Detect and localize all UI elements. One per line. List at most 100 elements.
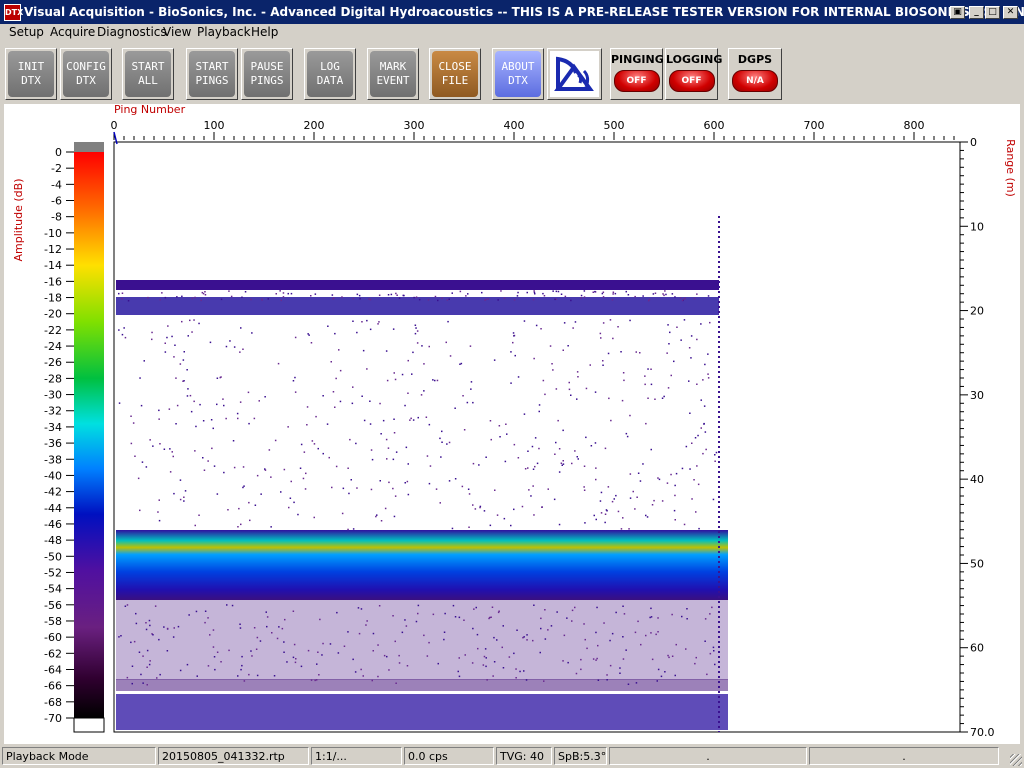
echo-speck [602, 296, 605, 298]
echo-speck [417, 604, 420, 607]
echo-speck [501, 646, 503, 649]
amp-tick-label: -44 [44, 502, 62, 515]
echo-speck [595, 631, 597, 634]
echo-speck [491, 606, 494, 608]
echo-speck [547, 488, 549, 490]
echo-speck [441, 430, 443, 433]
menu-playback[interactable]: Playback [197, 25, 251, 39]
echo-speck [685, 648, 687, 650]
restore-small-icon[interactable]: ▣ [950, 6, 965, 19]
echo-speck [496, 514, 499, 516]
menu-diagnostics[interactable]: Diagnostics [97, 25, 167, 39]
menu-view[interactable]: View [163, 25, 191, 39]
echo-speck [568, 388, 571, 391]
echo-speck [627, 294, 630, 296]
echo-speck [395, 451, 398, 453]
pause-pings-button[interactable]: PAUSE PINGS [241, 48, 293, 100]
button-line1: ABOUT [501, 60, 535, 73]
echo-speck [414, 332, 417, 335]
echo-speck [526, 639, 528, 641]
echo-speck [440, 456, 442, 458]
echo-speck [557, 290, 560, 293]
echo-speck [294, 661, 297, 664]
title-bar[interactable]: DTX Visual Acquisition - BioSonics, Inc.… [0, 0, 1024, 24]
echo-speck [352, 658, 354, 661]
echo-speck [620, 528, 623, 530]
echo-speck [494, 489, 496, 491]
start-all-button[interactable]: START ALL [122, 48, 174, 100]
menu-help[interactable]: Help [251, 25, 278, 39]
echo-speck [664, 671, 666, 673]
echo-speck [604, 447, 607, 450]
echo-speck [697, 434, 699, 437]
echo-speck [273, 675, 276, 677]
echo-speck [148, 663, 151, 666]
echo-speck [704, 640, 706, 642]
biosonics-logo-icon [553, 56, 594, 91]
resize-grip-icon[interactable] [1010, 754, 1022, 766]
echo-speck [636, 496, 638, 498]
echo-speck [606, 674, 608, 676]
echo-speck [207, 460, 209, 462]
app-icon[interactable]: DTX [4, 4, 23, 21]
echo-speck [448, 441, 451, 444]
log-data-button[interactable]: LOG DATA [304, 48, 356, 100]
close-file-button[interactable]: CLOSE FILE [429, 48, 481, 100]
amp-tick-label: -40 [44, 469, 62, 482]
amp-tick-label: -10 [44, 227, 62, 240]
echo-speck [366, 319, 368, 322]
echo-speck [130, 415, 132, 417]
start-pings-button[interactable]: START PINGS [186, 48, 238, 100]
amp-tick-label: -6 [51, 195, 62, 208]
echo-speck [392, 328, 395, 330]
echo-speck [673, 509, 676, 512]
echo-speck [313, 443, 316, 445]
echo-speck [696, 383, 698, 385]
minimize-button[interactable]: _ [969, 6, 984, 19]
echo-speck [527, 467, 529, 469]
echo-speck [200, 299, 202, 302]
echo-speck [157, 511, 159, 513]
echo-speck [338, 349, 340, 351]
echo-speck [266, 616, 269, 618]
echo-speck [315, 415, 317, 418]
echo-speck [118, 636, 120, 638]
ping-tick-label: 500 [604, 119, 625, 132]
echo-speck [142, 682, 144, 684]
echo-speck [714, 454, 716, 456]
logging-indicator: LOGGING OFF [665, 48, 722, 100]
echo-speck [583, 623, 585, 625]
about-dtx-button[interactable]: ABOUT DTX [492, 48, 544, 100]
echo-speck [691, 498, 693, 500]
biosonics-logo-button[interactable] [547, 48, 602, 100]
config-dtx-button[interactable]: CONFIG DTX [60, 48, 112, 100]
echo-speck [407, 493, 410, 496]
echo-speck [300, 443, 303, 446]
button-line2: DTX [508, 74, 528, 87]
button-line2: FILE [441, 74, 469, 87]
echo-speck [583, 489, 586, 491]
echo-speck [555, 388, 558, 390]
echo-speck [709, 321, 711, 324]
echo-speck [321, 654, 323, 656]
echo-speck [362, 349, 365, 352]
echo-speck [227, 509, 229, 511]
echo-speck [365, 624, 367, 626]
echo-speck [533, 290, 535, 292]
mark-event-button[interactable]: MARK EVENT [367, 48, 419, 100]
echo-speck [166, 336, 168, 339]
init-dtx-button[interactable]: INIT DTX [5, 48, 57, 100]
maximize-button[interactable]: □ [985, 6, 1000, 19]
close-button[interactable]: ✕ [1003, 6, 1018, 19]
echo-speck [448, 480, 451, 482]
echo-speck [186, 663, 189, 666]
echo-speck [434, 379, 436, 382]
echo-speck [526, 634, 528, 636]
echo-speck [629, 497, 632, 499]
echo-speck [393, 432, 396, 434]
menu-acquire[interactable]: Acquire [50, 25, 95, 39]
echo-speck [179, 669, 182, 672]
menu-setup[interactable]: Setup [9, 25, 44, 39]
echo-speck [167, 325, 169, 327]
echogram-chart[interactable]: Amplitude (dB) 0 -2 -4 -6 -8 -10 -12 -14 -16 -18 -… [4, 103, 1020, 744]
